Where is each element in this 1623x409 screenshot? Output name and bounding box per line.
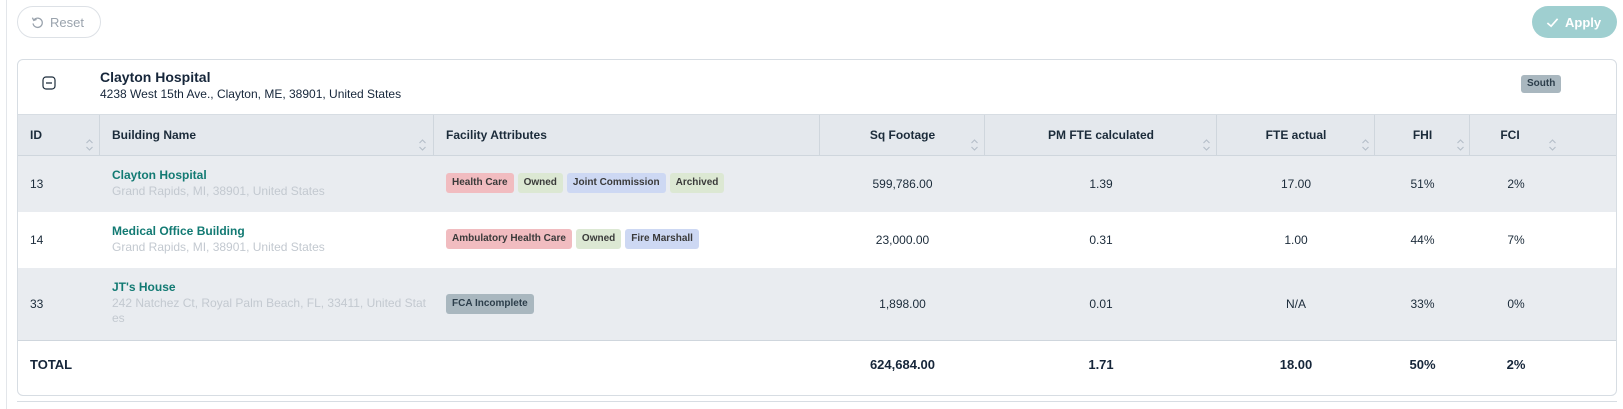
sort-icon[interactable] xyxy=(1361,128,1370,151)
fte-actual-value: 1.00 xyxy=(1284,233,1308,247)
row-id: 13 xyxy=(30,177,44,191)
column-header-fte-actual[interactable]: FTE actual xyxy=(1217,115,1375,155)
fte-actual-value: N/A xyxy=(1285,297,1306,311)
fte-actual-value: 17.00 xyxy=(1280,177,1312,191)
region-badge: South xyxy=(1521,75,1562,93)
column-label-building-name: Building Name xyxy=(112,128,197,142)
tag-fire-marshall: Fire Marshall xyxy=(625,229,699,249)
total-pm-fte: 1.71 xyxy=(1088,357,1114,372)
sort-icon[interactable] xyxy=(85,128,94,151)
column-header-building-name[interactable]: Building Name xyxy=(100,115,434,155)
tag-owned: Owned xyxy=(575,229,622,249)
sq-footage-value: 23,000.00 xyxy=(875,233,930,247)
fci-value: 2% xyxy=(1507,177,1525,191)
column-label-pm-fte: PM FTE calculated xyxy=(1047,128,1155,142)
facility-tags: FCA Incomplete xyxy=(446,294,538,314)
facility-header: Clayton Hospital 4238 West 15th Ave., Cl… xyxy=(18,60,1616,115)
sort-icon[interactable] xyxy=(1456,128,1465,151)
fci-value: 7% xyxy=(1507,233,1525,247)
facility-card: Clayton Hospital 4238 West 15th Ave., Cl… xyxy=(17,59,1617,396)
tag-joint-commission: Joint Commission xyxy=(566,173,666,193)
total-row: TOTAL 624,684.00 1.71 18.00 50% 2% xyxy=(18,340,1616,388)
facility-name: Clayton Hospital xyxy=(100,69,211,85)
table-row[interactable]: 13 Clayton Hospital Grand Rapids, MI, 38… xyxy=(18,156,1616,212)
page-left-border xyxy=(6,0,7,409)
sq-footage-value: 1,898.00 xyxy=(879,297,926,311)
check-icon xyxy=(1546,16,1559,29)
table-row[interactable]: 14 Medical Office Building Grand Rapids,… xyxy=(18,212,1616,268)
sort-icon[interactable] xyxy=(1548,128,1557,151)
building-address: 242 Natchez Ct, Royal Palm Beach, FL, 33… xyxy=(112,296,426,325)
fhi-value: 51% xyxy=(1410,177,1435,191)
column-header-sq-footage[interactable]: Sq Footage xyxy=(820,115,985,155)
column-label-fci: FCI xyxy=(1500,128,1520,142)
row-id: 14 xyxy=(30,233,44,247)
sq-footage-value: 599,786.00 xyxy=(872,177,933,191)
fci-value: 0% xyxy=(1507,297,1525,311)
tag-owned: Owned xyxy=(517,173,563,193)
apply-button[interactable]: Apply xyxy=(1532,6,1617,38)
pm-fte-value: 1.39 xyxy=(1089,177,1113,191)
building-name-link[interactable]: JT's House xyxy=(112,280,176,294)
column-header-pm-fte[interactable]: PM FTE calculated xyxy=(985,115,1217,155)
sort-icon[interactable] xyxy=(1202,128,1211,151)
fhi-value: 33% xyxy=(1410,297,1435,311)
total-fhi: 50% xyxy=(1409,357,1436,372)
building-address: Grand Rapids, MI, 38901, United States xyxy=(112,240,325,254)
facility-address: 4238 West 15th Ave., Clayton, ME, 38901,… xyxy=(100,87,402,101)
sort-icon[interactable] xyxy=(418,128,427,151)
column-header-fhi[interactable]: FHI xyxy=(1375,115,1470,155)
sort-icon[interactable] xyxy=(970,128,979,151)
facility-tags: Ambulatory Health Care Owned Fire Marshall xyxy=(446,229,703,249)
table-row[interactable]: 33 JT's House 242 Natchez Ct, Royal Palm… xyxy=(18,268,1616,340)
pm-fte-value: 0.01 xyxy=(1089,297,1113,311)
column-header-id[interactable]: ID xyxy=(18,115,100,155)
column-label-sq-footage: Sq Footage xyxy=(869,128,936,142)
building-address: Grand Rapids, MI, 38901, United States xyxy=(112,184,325,198)
pm-fte-value: 0.31 xyxy=(1089,233,1113,247)
column-header-fci[interactable]: FCI xyxy=(1470,115,1616,155)
total-label: TOTAL xyxy=(30,357,73,372)
column-header-facility-attributes: Facility Attributes xyxy=(434,115,820,155)
table-header: ID Building Name Facility Attributes Sq … xyxy=(18,115,1616,156)
reset-label: Reset xyxy=(50,14,84,30)
next-card-edge xyxy=(17,401,1617,402)
collapse-icon[interactable] xyxy=(42,76,56,90)
tag-fca-incomplete: FCA Incomplete xyxy=(446,294,534,314)
tag-ambulatory-health-care: Ambulatory Health Care xyxy=(446,229,572,249)
building-name-link[interactable]: Medical Office Building xyxy=(112,224,245,238)
reset-icon xyxy=(31,16,44,29)
total-fte-actual: 18.00 xyxy=(1279,357,1313,372)
column-label-facility-attributes: Facility Attributes xyxy=(446,128,547,142)
building-name-link[interactable]: Clayton Hospital xyxy=(112,168,207,182)
facility-tags: Health Care Owned Joint Commission Archived xyxy=(446,173,728,193)
column-label-id: ID xyxy=(30,128,42,142)
reset-button[interactable]: Reset xyxy=(17,6,101,38)
tag-archived: Archived xyxy=(669,173,725,193)
total-sq-footage: 624,684.00 xyxy=(869,357,936,372)
tag-health-care: Health Care xyxy=(446,173,514,193)
row-id: 33 xyxy=(30,297,44,311)
apply-label: Apply xyxy=(1565,14,1602,30)
column-label-fte-actual: FTE actual xyxy=(1265,128,1327,142)
fhi-value: 44% xyxy=(1410,233,1435,247)
filter-toolbar: Reset Apply xyxy=(17,6,1617,38)
total-fci: 2% xyxy=(1506,357,1526,372)
